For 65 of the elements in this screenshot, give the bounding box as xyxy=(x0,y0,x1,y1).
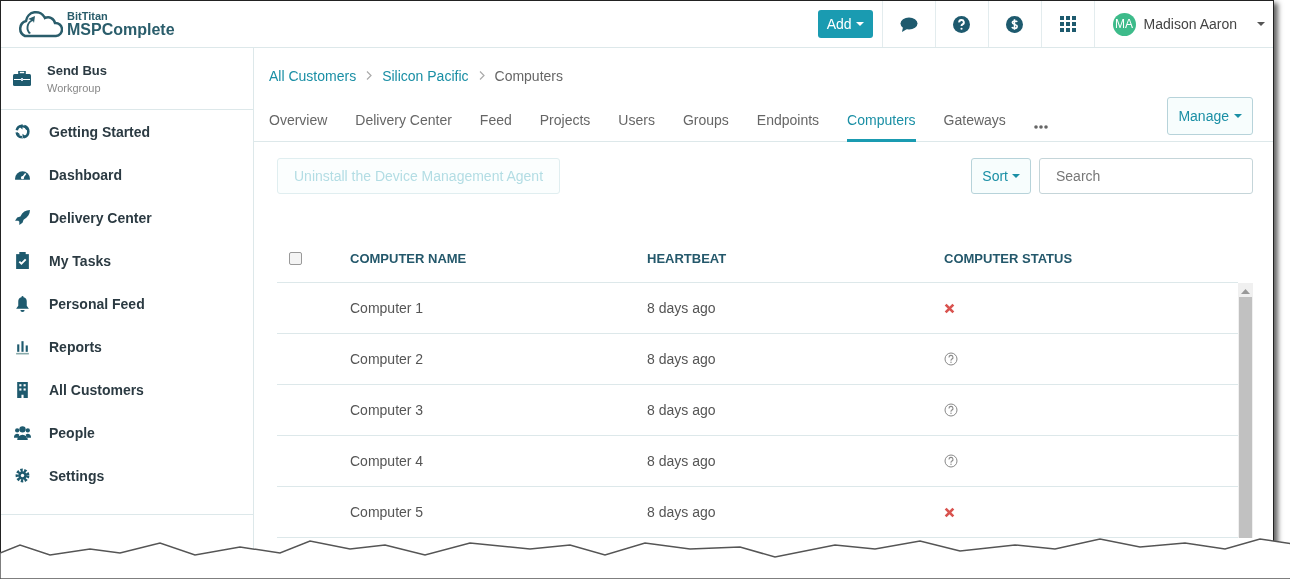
table-cell: 8 days ago xyxy=(647,453,716,469)
chevron-icon xyxy=(478,71,485,80)
caret-icon xyxy=(1234,114,1242,118)
caret-icon xyxy=(855,22,864,26)
table-cell: Computer 1 xyxy=(350,300,424,316)
briefcase-icon xyxy=(13,71,31,86)
sidebar-item[interactable]: Reports xyxy=(1,325,253,368)
tab[interactable]: Projects xyxy=(539,112,591,142)
sidebar-item[interactable]: Getting Started xyxy=(1,110,253,153)
checkbox[interactable] xyxy=(289,251,302,265)
breadcrumb-current: Computers xyxy=(494,67,563,84)
caret-icon xyxy=(1257,22,1265,26)
building-icon xyxy=(14,381,31,398)
sidebar-item[interactable]: People xyxy=(1,411,253,454)
clipboard-icon xyxy=(14,252,31,269)
manage-button[interactable]: Manage xyxy=(1167,97,1253,135)
sidebar-item[interactable]: My Tasks xyxy=(1,239,253,282)
sidebar-item[interactable]: Dashboard xyxy=(1,153,253,196)
workspace-name[interactable]: Send Bus xyxy=(47,63,107,78)
table-cell: 8 days ago xyxy=(647,402,716,418)
table-cell: Computer 3 xyxy=(350,402,424,418)
search-field[interactable]: Search xyxy=(1039,158,1253,194)
tab[interactable]: Delivery Center xyxy=(355,112,452,142)
column-header[interactable]: COMPUTER NAME xyxy=(350,250,467,266)
app-grid-icon[interactable] xyxy=(1059,16,1076,32)
more-icon[interactable] xyxy=(1033,125,1048,129)
table-cell: 8 days ago xyxy=(647,351,716,367)
sort-button[interactable]: Sort xyxy=(971,158,1031,194)
column-header[interactable]: COMPUTER STATUS xyxy=(944,250,1073,266)
workspace-type: Workgroup xyxy=(47,82,102,94)
sidebar-item[interactable]: Personal Feed xyxy=(1,282,253,325)
rocket-icon xyxy=(14,209,31,226)
bar-chart-icon xyxy=(14,338,31,355)
tab[interactable]: Feed xyxy=(479,112,512,142)
bell-icon xyxy=(14,295,31,312)
tab[interactable]: Users xyxy=(618,112,655,142)
table-cell: 8 days ago xyxy=(647,300,716,316)
chat-icon[interactable] xyxy=(899,16,918,32)
tab[interactable]: Endpoints xyxy=(756,112,820,142)
dollar-icon[interactable] xyxy=(1006,15,1024,33)
help-icon[interactable] xyxy=(953,15,971,33)
sidebar-item[interactable]: All Customers xyxy=(1,368,253,411)
settings-icon xyxy=(14,467,31,484)
tab[interactable]: Computers xyxy=(847,112,916,142)
add-button[interactable]: Add xyxy=(817,10,873,38)
breadcrumb-link[interactable]: All Customers xyxy=(269,67,357,84)
table-cell: Computer 2 xyxy=(350,351,424,367)
sidebar-item[interactable]: Delivery Center xyxy=(1,196,253,239)
brand-name: BitTitan xyxy=(67,10,109,22)
tab[interactable]: Groups xyxy=(682,112,729,142)
people-icon xyxy=(14,424,31,441)
column-header[interactable]: HEARTBEAT xyxy=(647,250,727,266)
scrollbar[interactable] xyxy=(1238,283,1253,538)
product-name: MSPComplete xyxy=(67,21,175,38)
breadcrumb-link[interactable]: Silicon Pacific xyxy=(382,67,469,84)
table-cell: Computer 4 xyxy=(350,453,424,469)
tab[interactable]: Gateways xyxy=(943,112,1006,142)
cycle-icon xyxy=(14,123,31,140)
table-cell: Computer 5 xyxy=(350,504,424,520)
tab[interactable]: Overview xyxy=(269,112,328,142)
user-name[interactable]: Madison Aaron xyxy=(1143,16,1237,32)
caret-icon xyxy=(1012,174,1020,178)
table-cell: 8 days ago xyxy=(647,504,716,520)
chevron-icon xyxy=(366,71,373,80)
sidebar-item[interactable]: Settings xyxy=(1,454,253,497)
